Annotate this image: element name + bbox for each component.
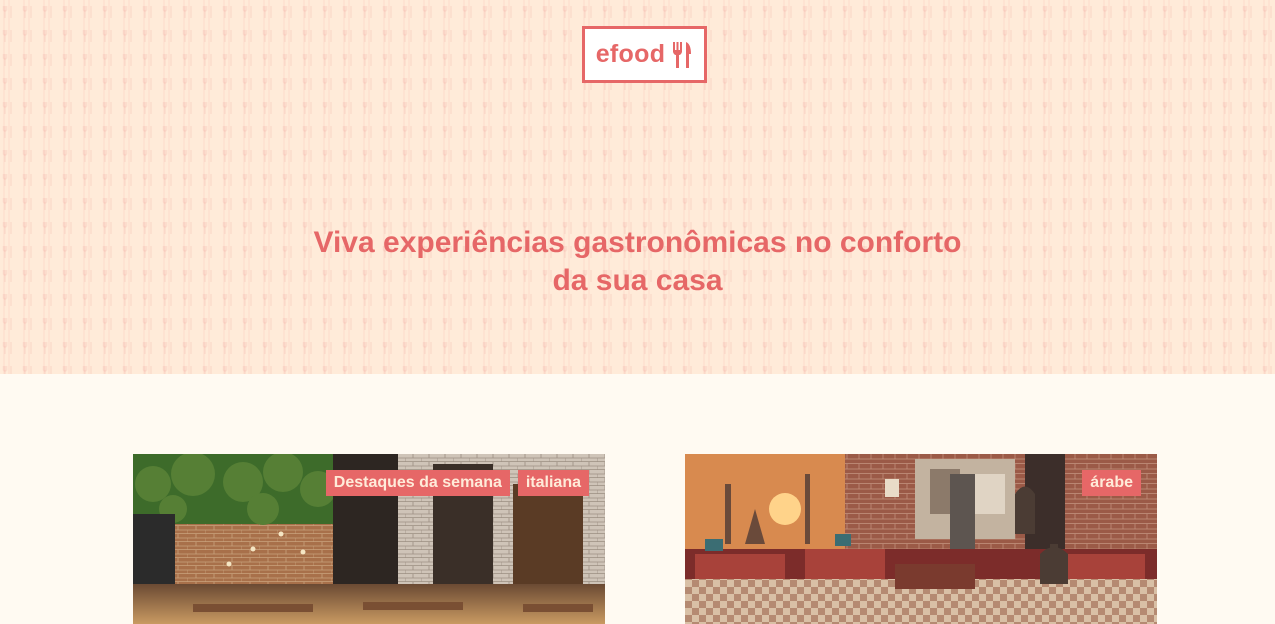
hero-headline: Viva experiências gastronômicas no confo… <box>0 224 1275 300</box>
cutlery-icon <box>673 41 692 68</box>
tag-featured: Destaques da semana <box>325 470 510 496</box>
tag-cuisine: árabe <box>1082 470 1141 496</box>
logo-text: efood <box>595 40 666 68</box>
hero-header: efood Viva experiências gastronômicas no… <box>0 0 1275 374</box>
tag-list: árabe <box>1082 470 1141 496</box>
tag-list: Destaques da semana italiana <box>325 470 589 496</box>
restaurant-list: Destaques da semana italiana árabe <box>0 374 1275 624</box>
headline-line-2: da sua casa <box>552 264 723 297</box>
headline-line-1: Viva experiências gastronômicas no confo… <box>313 226 962 259</box>
restaurant-card[interactable]: árabe <box>685 454 1157 624</box>
efood-logo[interactable]: efood <box>582 26 707 83</box>
tag-cuisine: italiana <box>517 470 589 496</box>
restaurant-card[interactable]: Destaques da semana italiana <box>133 454 605 624</box>
